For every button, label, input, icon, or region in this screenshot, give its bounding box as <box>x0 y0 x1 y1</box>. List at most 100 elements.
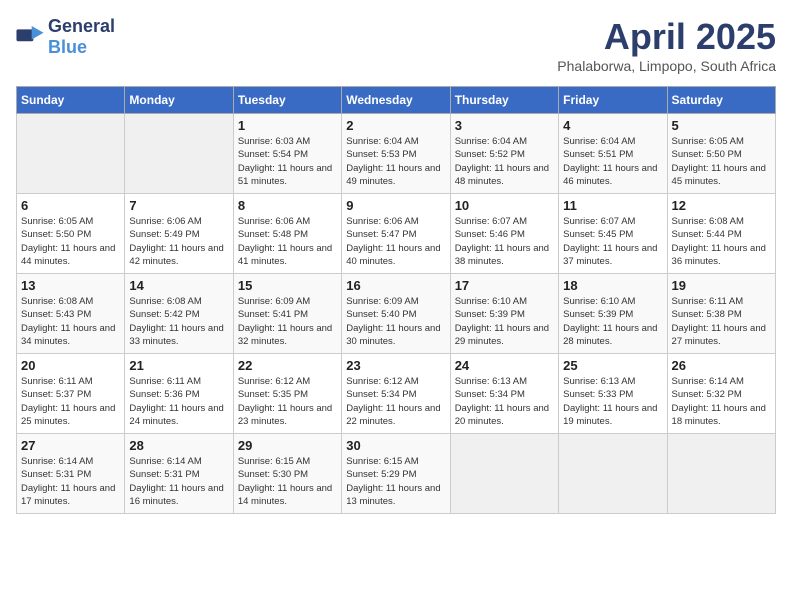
week-row-1: 1 Sunrise: 6:03 AM Sunset: 5:54 PM Dayli… <box>17 114 776 194</box>
day-number: 10 <box>455 198 554 213</box>
day-detail: Sunrise: 6:08 AM Sunset: 5:43 PM Dayligh… <box>21 295 120 348</box>
day-detail: Sunrise: 6:11 AM Sunset: 5:36 PM Dayligh… <box>129 375 228 428</box>
calendar-cell <box>667 434 775 514</box>
day-detail: Sunrise: 6:14 AM Sunset: 5:31 PM Dayligh… <box>129 455 228 508</box>
calendar-cell: 4 Sunrise: 6:04 AM Sunset: 5:51 PM Dayli… <box>559 114 667 194</box>
calendar-cell: 1 Sunrise: 6:03 AM Sunset: 5:54 PM Dayli… <box>233 114 341 194</box>
day-detail: Sunrise: 6:06 AM Sunset: 5:47 PM Dayligh… <box>346 215 445 268</box>
day-number: 7 <box>129 198 228 213</box>
day-detail: Sunrise: 6:09 AM Sunset: 5:40 PM Dayligh… <box>346 295 445 348</box>
month-title: April 2025 <box>557 16 776 58</box>
calendar-cell: 6 Sunrise: 6:05 AM Sunset: 5:50 PM Dayli… <box>17 194 125 274</box>
title-block: April 2025 Phalaborwa, Limpopo, South Af… <box>557 16 776 74</box>
calendar-cell: 25 Sunrise: 6:13 AM Sunset: 5:33 PM Dayl… <box>559 354 667 434</box>
day-detail: Sunrise: 6:07 AM Sunset: 5:46 PM Dayligh… <box>455 215 554 268</box>
day-number: 27 <box>21 438 120 453</box>
calendar-cell: 19 Sunrise: 6:11 AM Sunset: 5:38 PM Dayl… <box>667 274 775 354</box>
day-number: 23 <box>346 358 445 373</box>
week-row-3: 13 Sunrise: 6:08 AM Sunset: 5:43 PM Dayl… <box>17 274 776 354</box>
day-number: 19 <box>672 278 771 293</box>
day-number: 26 <box>672 358 771 373</box>
day-number: 30 <box>346 438 445 453</box>
day-number: 28 <box>129 438 228 453</box>
day-detail: Sunrise: 6:03 AM Sunset: 5:54 PM Dayligh… <box>238 135 337 188</box>
day-detail: Sunrise: 6:14 AM Sunset: 5:32 PM Dayligh… <box>672 375 771 428</box>
weekday-header-thursday: Thursday <box>450 87 558 114</box>
day-detail: Sunrise: 6:08 AM Sunset: 5:44 PM Dayligh… <box>672 215 771 268</box>
calendar-cell: 22 Sunrise: 6:12 AM Sunset: 5:35 PM Dayl… <box>233 354 341 434</box>
calendar-cell: 28 Sunrise: 6:14 AM Sunset: 5:31 PM Dayl… <box>125 434 233 514</box>
calendar-cell <box>17 114 125 194</box>
calendar-cell: 5 Sunrise: 6:05 AM Sunset: 5:50 PM Dayli… <box>667 114 775 194</box>
day-detail: Sunrise: 6:09 AM Sunset: 5:41 PM Dayligh… <box>238 295 337 348</box>
day-number: 16 <box>346 278 445 293</box>
calendar-cell: 8 Sunrise: 6:06 AM Sunset: 5:48 PM Dayli… <box>233 194 341 274</box>
day-detail: Sunrise: 6:10 AM Sunset: 5:39 PM Dayligh… <box>563 295 662 348</box>
day-number: 3 <box>455 118 554 133</box>
logo-text-blue: Blue <box>48 37 87 57</box>
day-number: 12 <box>672 198 771 213</box>
calendar-cell <box>125 114 233 194</box>
calendar-cell: 2 Sunrise: 6:04 AM Sunset: 5:53 PM Dayli… <box>342 114 450 194</box>
day-detail: Sunrise: 6:13 AM Sunset: 5:34 PM Dayligh… <box>455 375 554 428</box>
day-number: 9 <box>346 198 445 213</box>
calendar-cell <box>450 434 558 514</box>
calendar-cell: 29 Sunrise: 6:15 AM Sunset: 5:30 PM Dayl… <box>233 434 341 514</box>
calendar-cell: 26 Sunrise: 6:14 AM Sunset: 5:32 PM Dayl… <box>667 354 775 434</box>
day-number: 29 <box>238 438 337 453</box>
calendar-header: SundayMondayTuesdayWednesdayThursdayFrid… <box>17 87 776 114</box>
day-number: 14 <box>129 278 228 293</box>
calendar-cell: 13 Sunrise: 6:08 AM Sunset: 5:43 PM Dayl… <box>17 274 125 354</box>
day-detail: Sunrise: 6:13 AM Sunset: 5:33 PM Dayligh… <box>563 375 662 428</box>
weekday-header-tuesday: Tuesday <box>233 87 341 114</box>
day-number: 2 <box>346 118 445 133</box>
day-number: 13 <box>21 278 120 293</box>
calendar-cell: 21 Sunrise: 6:11 AM Sunset: 5:36 PM Dayl… <box>125 354 233 434</box>
weekday-header-saturday: Saturday <box>667 87 775 114</box>
day-detail: Sunrise: 6:06 AM Sunset: 5:48 PM Dayligh… <box>238 215 337 268</box>
calendar-cell: 16 Sunrise: 6:09 AM Sunset: 5:40 PM Dayl… <box>342 274 450 354</box>
calendar-cell <box>559 434 667 514</box>
day-detail: Sunrise: 6:04 AM Sunset: 5:53 PM Dayligh… <box>346 135 445 188</box>
day-detail: Sunrise: 6:15 AM Sunset: 5:30 PM Dayligh… <box>238 455 337 508</box>
day-detail: Sunrise: 6:10 AM Sunset: 5:39 PM Dayligh… <box>455 295 554 348</box>
day-number: 15 <box>238 278 337 293</box>
week-row-4: 20 Sunrise: 6:11 AM Sunset: 5:37 PM Dayl… <box>17 354 776 434</box>
day-detail: Sunrise: 6:05 AM Sunset: 5:50 PM Dayligh… <box>21 215 120 268</box>
day-detail: Sunrise: 6:11 AM Sunset: 5:37 PM Dayligh… <box>21 375 120 428</box>
location-subtitle: Phalaborwa, Limpopo, South Africa <box>557 58 776 74</box>
day-detail: Sunrise: 6:08 AM Sunset: 5:42 PM Dayligh… <box>129 295 228 348</box>
day-detail: Sunrise: 6:12 AM Sunset: 5:34 PM Dayligh… <box>346 375 445 428</box>
weekday-header-wednesday: Wednesday <box>342 87 450 114</box>
day-number: 20 <box>21 358 120 373</box>
day-detail: Sunrise: 6:12 AM Sunset: 5:35 PM Dayligh… <box>238 375 337 428</box>
day-number: 21 <box>129 358 228 373</box>
calendar-table: SundayMondayTuesdayWednesdayThursdayFrid… <box>16 86 776 514</box>
calendar-cell: 15 Sunrise: 6:09 AM Sunset: 5:41 PM Dayl… <box>233 274 341 354</box>
calendar-cell: 7 Sunrise: 6:06 AM Sunset: 5:49 PM Dayli… <box>125 194 233 274</box>
calendar-cell: 18 Sunrise: 6:10 AM Sunset: 5:39 PM Dayl… <box>559 274 667 354</box>
day-number: 18 <box>563 278 662 293</box>
calendar-cell: 27 Sunrise: 6:14 AM Sunset: 5:31 PM Dayl… <box>17 434 125 514</box>
calendar-cell: 30 Sunrise: 6:15 AM Sunset: 5:29 PM Dayl… <box>342 434 450 514</box>
calendar-cell: 12 Sunrise: 6:08 AM Sunset: 5:44 PM Dayl… <box>667 194 775 274</box>
calendar-cell: 11 Sunrise: 6:07 AM Sunset: 5:45 PM Dayl… <box>559 194 667 274</box>
day-detail: Sunrise: 6:15 AM Sunset: 5:29 PM Dayligh… <box>346 455 445 508</box>
calendar-cell: 3 Sunrise: 6:04 AM Sunset: 5:52 PM Dayli… <box>450 114 558 194</box>
weekday-header-sunday: Sunday <box>17 87 125 114</box>
day-detail: Sunrise: 6:04 AM Sunset: 5:52 PM Dayligh… <box>455 135 554 188</box>
day-number: 17 <box>455 278 554 293</box>
week-row-2: 6 Sunrise: 6:05 AM Sunset: 5:50 PM Dayli… <box>17 194 776 274</box>
day-number: 4 <box>563 118 662 133</box>
day-detail: Sunrise: 6:11 AM Sunset: 5:38 PM Dayligh… <box>672 295 771 348</box>
day-number: 22 <box>238 358 337 373</box>
week-row-5: 27 Sunrise: 6:14 AM Sunset: 5:31 PM Dayl… <box>17 434 776 514</box>
logo-text-general: General <box>48 16 115 36</box>
calendar-cell: 23 Sunrise: 6:12 AM Sunset: 5:34 PM Dayl… <box>342 354 450 434</box>
day-number: 6 <box>21 198 120 213</box>
day-detail: Sunrise: 6:07 AM Sunset: 5:45 PM Dayligh… <box>563 215 662 268</box>
day-detail: Sunrise: 6:04 AM Sunset: 5:51 PM Dayligh… <box>563 135 662 188</box>
page-header: General Blue April 2025 Phalaborwa, Limp… <box>16 16 776 74</box>
day-number: 24 <box>455 358 554 373</box>
day-number: 8 <box>238 198 337 213</box>
